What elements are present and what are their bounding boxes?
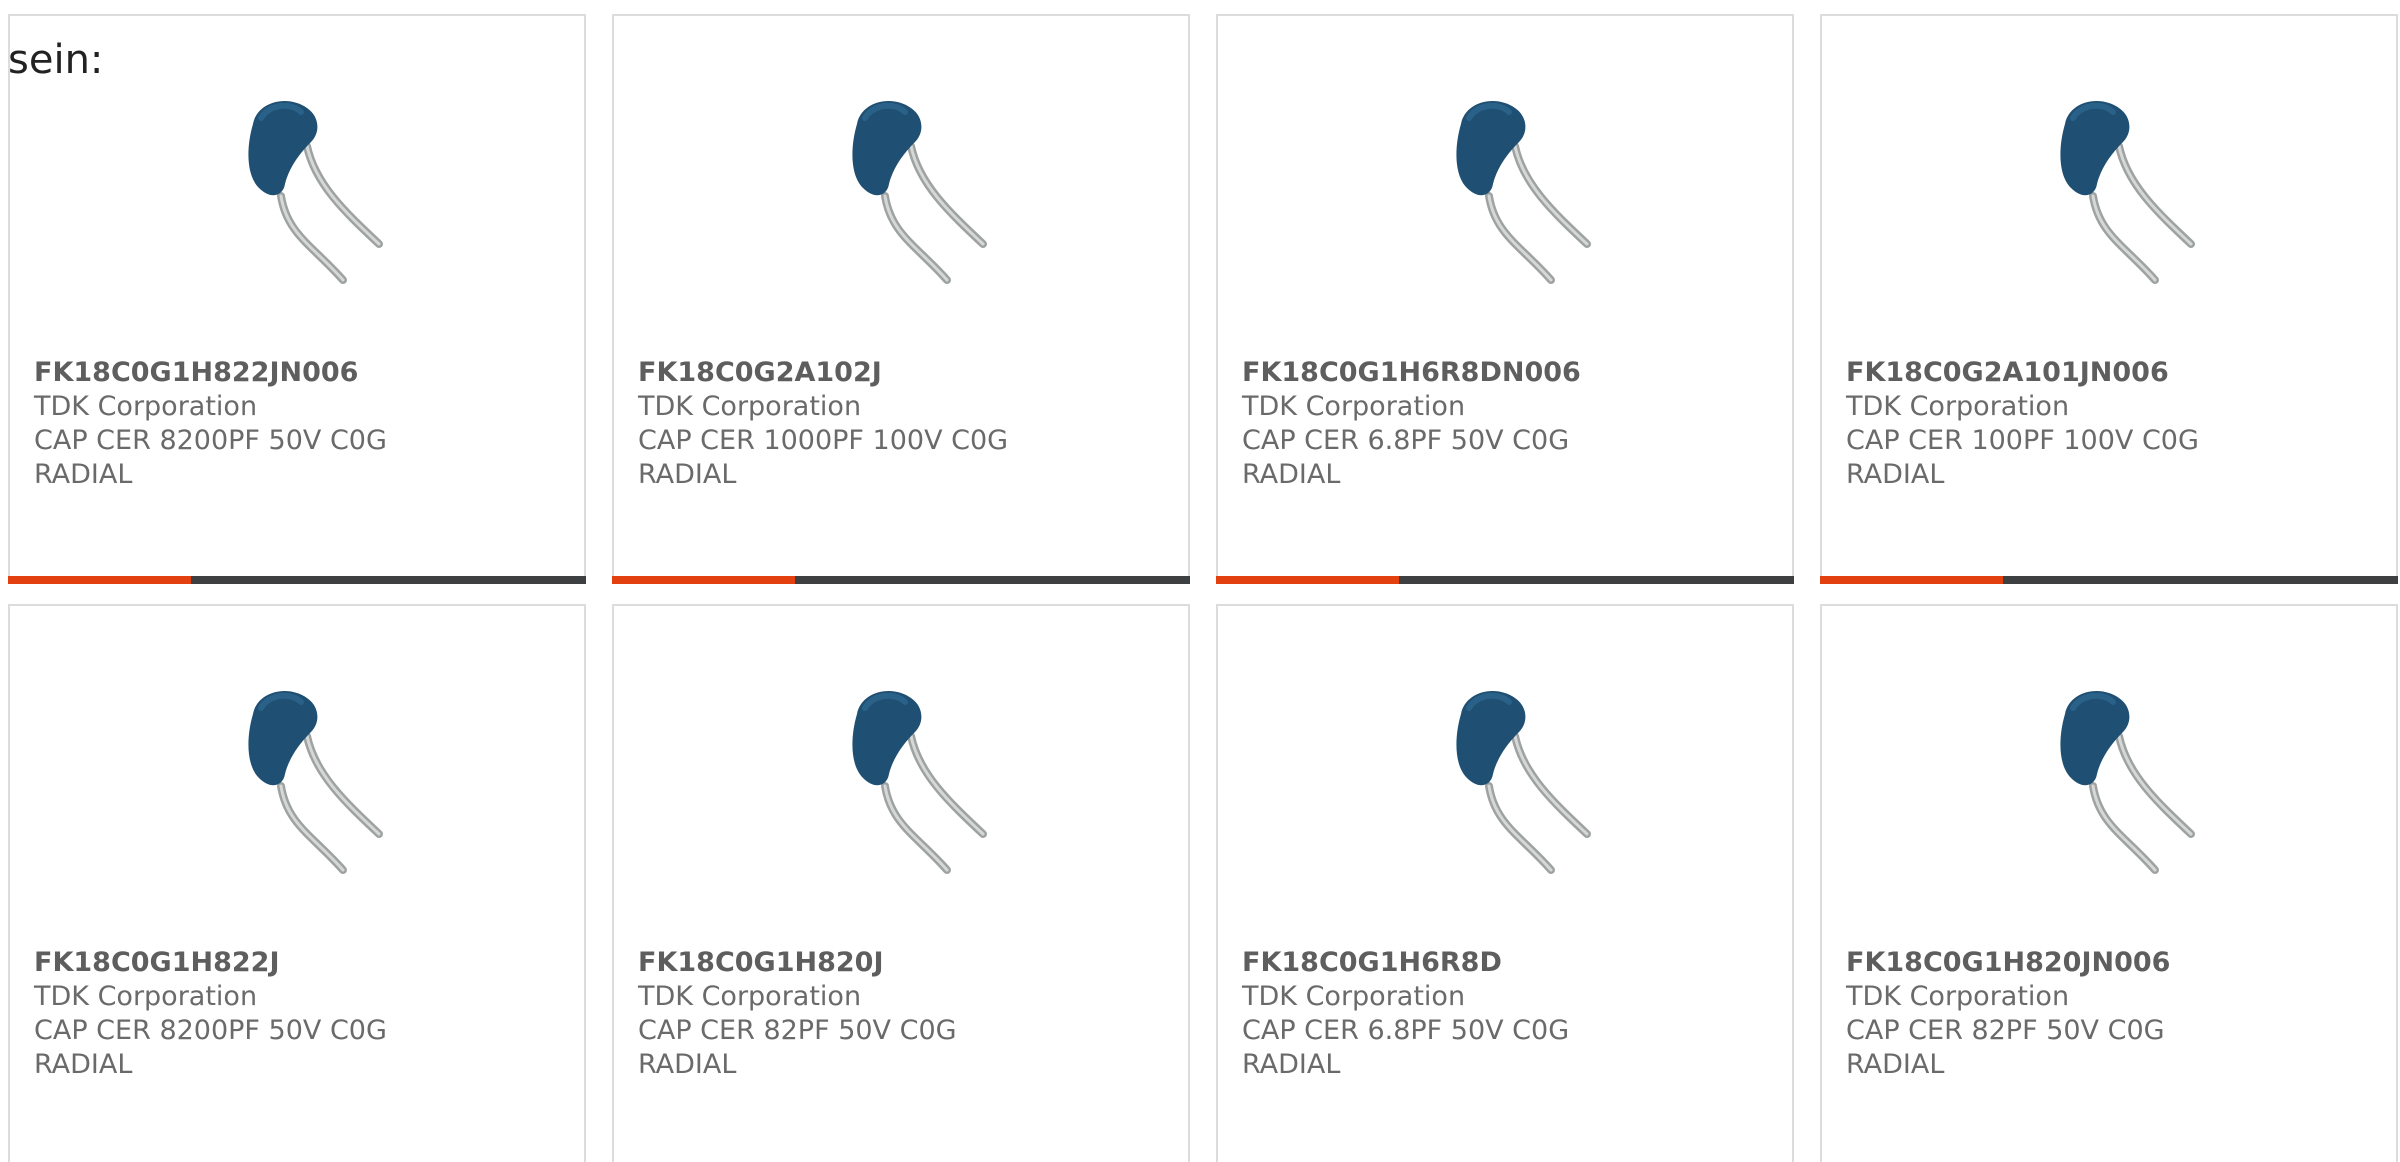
capacitor-product-image[interactable] (799, 84, 1009, 294)
card-accent-bar-fill (1216, 576, 1399, 584)
card-accent-bar (1216, 576, 1794, 584)
product-info: FK18C0G1H822JN006 TDK Corporation CAP CE… (34, 356, 434, 492)
product-info: FK18C0G1H6R8D TDK Corporation CAP CER 6.… (1242, 946, 1642, 1082)
product-description: CAP CER 1000PF 100V C0G RADIAL (638, 425, 1009, 490)
capacitor-icon (248, 691, 383, 874)
product-part-number[interactable]: FK18C0G2A102J (638, 356, 1038, 390)
card-accent-bar (1820, 576, 2398, 584)
capacitor-icon (248, 101, 383, 284)
product-part-number[interactable]: FK18C0G1H822J (34, 946, 434, 980)
product-card[interactable]: FK18C0G2A102J TDK Corporation CAP CER 10… (612, 14, 1190, 584)
capacitor-icon (852, 101, 987, 284)
product-card[interactable]: FK18C0G1H822J TDK Corporation CAP CER 82… (8, 604, 586, 1162)
product-part-number[interactable]: FK18C0G1H822JN006 (34, 356, 434, 390)
product-part-number[interactable]: FK18C0G1H6R8DN006 (1242, 356, 1642, 390)
product-manufacturer: TDK Corporation (34, 391, 258, 422)
capacitor-product-image[interactable] (2007, 674, 2217, 884)
card-accent-bar (612, 576, 1190, 584)
product-card[interactable]: FK18C0G1H820JN006 TDK Corporation CAP CE… (1820, 604, 2398, 1162)
product-card[interactable]: FK18C0G1H6R8D TDK Corporation CAP CER 6.… (1216, 604, 1794, 1162)
product-description: CAP CER 100PF 100V C0G RADIAL (1846, 425, 2199, 490)
product-card[interactable]: FK18C0G2A101JN006 TDK Corporation CAP CE… (1820, 14, 2398, 584)
product-description: CAP CER 82PF 50V C0G RADIAL (1846, 1015, 2165, 1080)
capacitor-product-image[interactable] (2007, 84, 2217, 294)
capacitor-product-image[interactable] (1403, 674, 1613, 884)
capacitor-icon (2060, 101, 2195, 284)
product-manufacturer: TDK Corporation (1846, 981, 2070, 1012)
product-description: CAP CER 6.8PF 50V C0G RADIAL (1242, 1015, 1570, 1080)
capacitor-icon (852, 691, 987, 874)
capacitor-product-image[interactable] (1403, 84, 1613, 294)
product-description: CAP CER 8200PF 50V C0G RADIAL (34, 425, 387, 490)
intro-text: sein: (8, 37, 104, 83)
product-grid-page: sein: FK18C0G1H822JN006 TDK Corporation … (0, 0, 2400, 1162)
product-card[interactable]: FK18C0G1H820J TDK Corporation CAP CER 82… (612, 604, 1190, 1162)
product-info: FK18C0G2A101JN006 TDK Corporation CAP CE… (1846, 356, 2246, 492)
product-card[interactable]: FK18C0G1H822JN006 TDK Corporation CAP CE… (8, 14, 586, 584)
product-description: CAP CER 8200PF 50V C0G RADIAL (34, 1015, 387, 1080)
product-part-number[interactable]: FK18C0G1H820J (638, 946, 1038, 980)
product-part-number[interactable]: FK18C0G1H6R8D (1242, 946, 1642, 980)
product-info: FK18C0G1H822J TDK Corporation CAP CER 82… (34, 946, 434, 1082)
product-description: CAP CER 6.8PF 50V C0G RADIAL (1242, 425, 1570, 490)
product-manufacturer: TDK Corporation (34, 981, 258, 1012)
product-manufacturer: TDK Corporation (1242, 391, 1466, 422)
product-info: FK18C0G1H820J TDK Corporation CAP CER 82… (638, 946, 1038, 1082)
capacitor-icon (1456, 691, 1591, 874)
product-info: FK18C0G1H6R8DN006 TDK Corporation CAP CE… (1242, 356, 1642, 492)
product-part-number[interactable]: FK18C0G1H820JN006 (1846, 946, 2246, 980)
product-manufacturer: TDK Corporation (1242, 981, 1466, 1012)
capacitor-product-image[interactable] (799, 674, 1009, 884)
capacitor-product-image[interactable] (195, 674, 405, 884)
product-manufacturer: TDK Corporation (1846, 391, 2070, 422)
product-manufacturer: TDK Corporation (638, 391, 862, 422)
product-info: FK18C0G2A102J TDK Corporation CAP CER 10… (638, 356, 1038, 492)
capacitor-icon (2060, 691, 2195, 874)
product-card[interactable]: FK18C0G1H6R8DN006 TDK Corporation CAP CE… (1216, 14, 1794, 584)
product-info: FK18C0G1H820JN006 TDK Corporation CAP CE… (1846, 946, 2246, 1082)
card-accent-bar (8, 576, 586, 584)
capacitor-icon (1456, 101, 1591, 284)
card-accent-bar-fill (612, 576, 795, 584)
product-part-number[interactable]: FK18C0G2A101JN006 (1846, 356, 2246, 390)
card-accent-bar-fill (8, 576, 191, 584)
product-description: CAP CER 82PF 50V C0G RADIAL (638, 1015, 957, 1080)
card-accent-bar-fill (1820, 576, 2003, 584)
capacitor-product-image[interactable] (195, 84, 405, 294)
product-manufacturer: TDK Corporation (638, 981, 862, 1012)
